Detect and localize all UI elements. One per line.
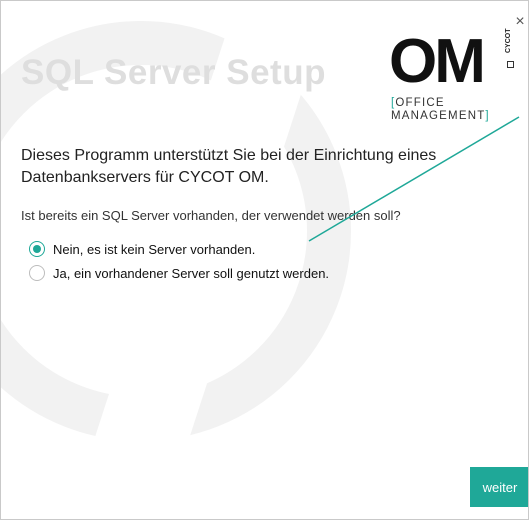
radio-label: Ja, ein vorhandener Server soll genutzt … — [53, 265, 330, 281]
page-title: SQL Server Setup — [21, 53, 326, 92]
logo-om: OM — [389, 27, 486, 96]
intro-text: Dieses Programm unterstützt Sie bei der … — [21, 145, 521, 189]
intro-line-2: Datenbankservers für CYCOT OM. — [21, 169, 269, 186]
radio-button-checked[interactable] — [29, 241, 45, 257]
setup-window: × SQL Server Setup OM CYCOT [OFFICE MANA… — [0, 0, 529, 520]
logo-cycot: CYCOT — [505, 28, 512, 54]
om-logo: OM CYCOT [OFFICE MANAGEMENT] — [387, 27, 517, 135]
next-button[interactable]: weiter — [470, 467, 528, 507]
radio-option-existing-server[interactable]: Ja, ein vorhandener Server soll genutzt … — [29, 261, 329, 285]
radio-option-no-server[interactable]: Nein, es ist kein Server vorhanden. — [29, 237, 329, 261]
close-icon[interactable]: × — [514, 14, 526, 30]
radio-label: Nein, es ist kein Server vorhanden. — [53, 241, 256, 257]
question-label: Ist bereits ein SQL Server vorhanden, de… — [21, 208, 401, 223]
server-radio-group: Nein, es ist kein Server vorhanden. Ja, … — [29, 237, 329, 285]
logo-square-icon — [507, 61, 514, 68]
radio-button-unchecked[interactable] — [29, 265, 45, 281]
intro-line-1: Dieses Programm unterstützt Sie bei der … — [21, 147, 437, 164]
logo-subtitle: [OFFICE MANAGEMENT] — [391, 97, 490, 122]
